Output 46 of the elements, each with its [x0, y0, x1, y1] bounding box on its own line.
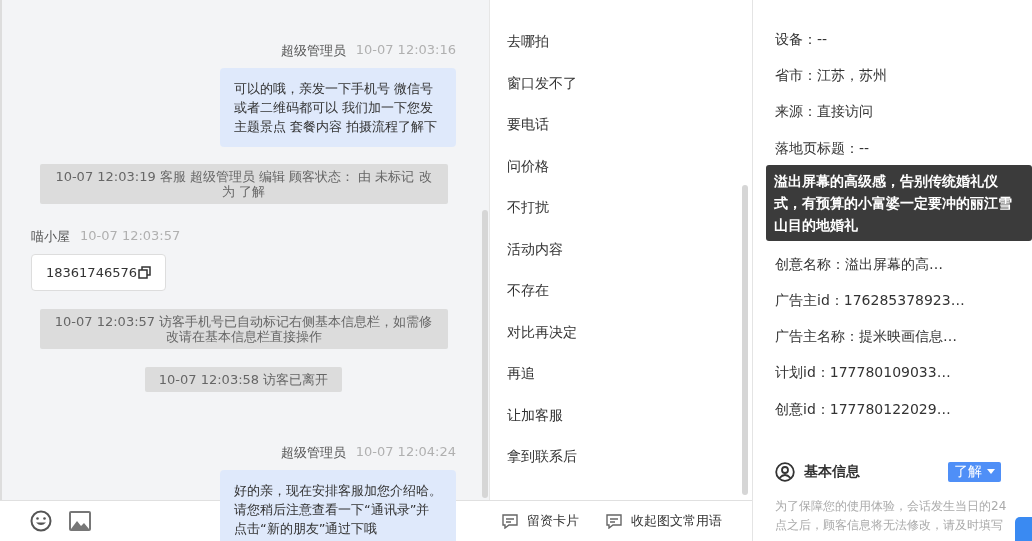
quick-reply-item[interactable]: 不打扰: [507, 196, 752, 238]
quick-reply-item[interactable]: 再追: [507, 362, 752, 404]
message-time: 10-07 12:04:24: [355, 444, 456, 461]
emoji-icon[interactable]: [30, 510, 52, 532]
tooltip: 溢出屏幕的高级感，告别传统婚礼仪式，有预算的小富婆一定要冲的丽江雪山目的地婚礼: [766, 164, 1032, 241]
info-row-text: 落地页标题：--: [775, 138, 871, 158]
phone-number: 18361746576: [46, 265, 137, 280]
scrollbar[interactable]: [742, 185, 748, 495]
info-row-text: 创意id：177780122029…: [775, 399, 952, 419]
info-row-text: 设备：--: [775, 30, 829, 49]
comment-icon: [606, 513, 622, 529]
info-row-text: 创意名称：溢出屏幕的高…: [775, 254, 944, 274]
quick-reply-item[interactable]: 拿到联系后: [507, 445, 752, 487]
section-title: 基本信息: [804, 462, 861, 481]
system-notice: 10-07 12:03:19 客服 超级管理员 编辑 顾客状态： 由 未标记 改为 了解: [39, 164, 448, 204]
copy-icon[interactable]: [138, 266, 151, 279]
sender-name: 超级管理员: [280, 42, 346, 60]
sender-name: 超级管理员: [280, 444, 346, 462]
system-notice: 10-07 12:03:58 访客已离开: [144, 367, 343, 392]
info-row-text: 计划id：177780109033…: [775, 363, 952, 383]
message-bubble: 好的亲，现在安排客服加您介绍哈。请您稍后注意查看一下“通讯录”并点击“新的朋友”通过下哦: [220, 470, 456, 541]
info-row-text: 省市：江苏，苏州: [775, 66, 888, 86]
info-row-text: 广告主id：176285378923…: [775, 290, 966, 310]
toolbar-button[interactable]: 留资卡片: [502, 512, 579, 530]
message-bubble: 可以的哦，亲发一下手机号 微信号或者二维码都可以 我们加一下您发主题景点 套餐内容 拍摄流程了解下: [220, 68, 456, 147]
quick-reply-item[interactable]: 活动内容: [507, 237, 752, 279]
message-time: 10-07 12:03:16: [355, 42, 456, 59]
quick-reply-item[interactable]: 不存在: [507, 279, 752, 321]
quick-reply-item[interactable]: 去哪拍: [507, 30, 752, 72]
system-notice: 10-07 12:03:57 访客手机号已自动标记右侧基本信息栏，如需修改请在基本信息栏直接操作: [39, 309, 448, 349]
image-icon[interactable]: [69, 511, 91, 531]
caret-icon: [987, 469, 995, 475]
info-note: 为了保障您的使用体验，会话发生当日的24点之后，顾客信息将无法修改，请及时填写: [775, 497, 1007, 535]
info-row-text: 广告主名称：提米映画信息…: [775, 327, 958, 347]
comment-icon: [502, 513, 518, 529]
message-time: 10-07 12:03:57: [80, 228, 181, 245]
user-icon: [775, 461, 795, 482]
quick-reply-item[interactable]: 窗口发不了: [507, 71, 752, 113]
quick-reply-item[interactable]: 问价格: [507, 154, 752, 196]
quick-reply-item[interactable]: 对比再决定: [507, 320, 752, 362]
scrollbar[interactable]: [482, 210, 488, 498]
toolbar-button[interactable]: 收起图文常用语: [606, 512, 722, 530]
sender-name: 喵小屋: [31, 228, 70, 246]
quick-reply-item[interactable]: 让加客服: [507, 403, 752, 445]
info-row-text: 来源：直接访问: [775, 102, 874, 122]
quick-reply-item[interactable]: 要电话: [507, 113, 752, 155]
